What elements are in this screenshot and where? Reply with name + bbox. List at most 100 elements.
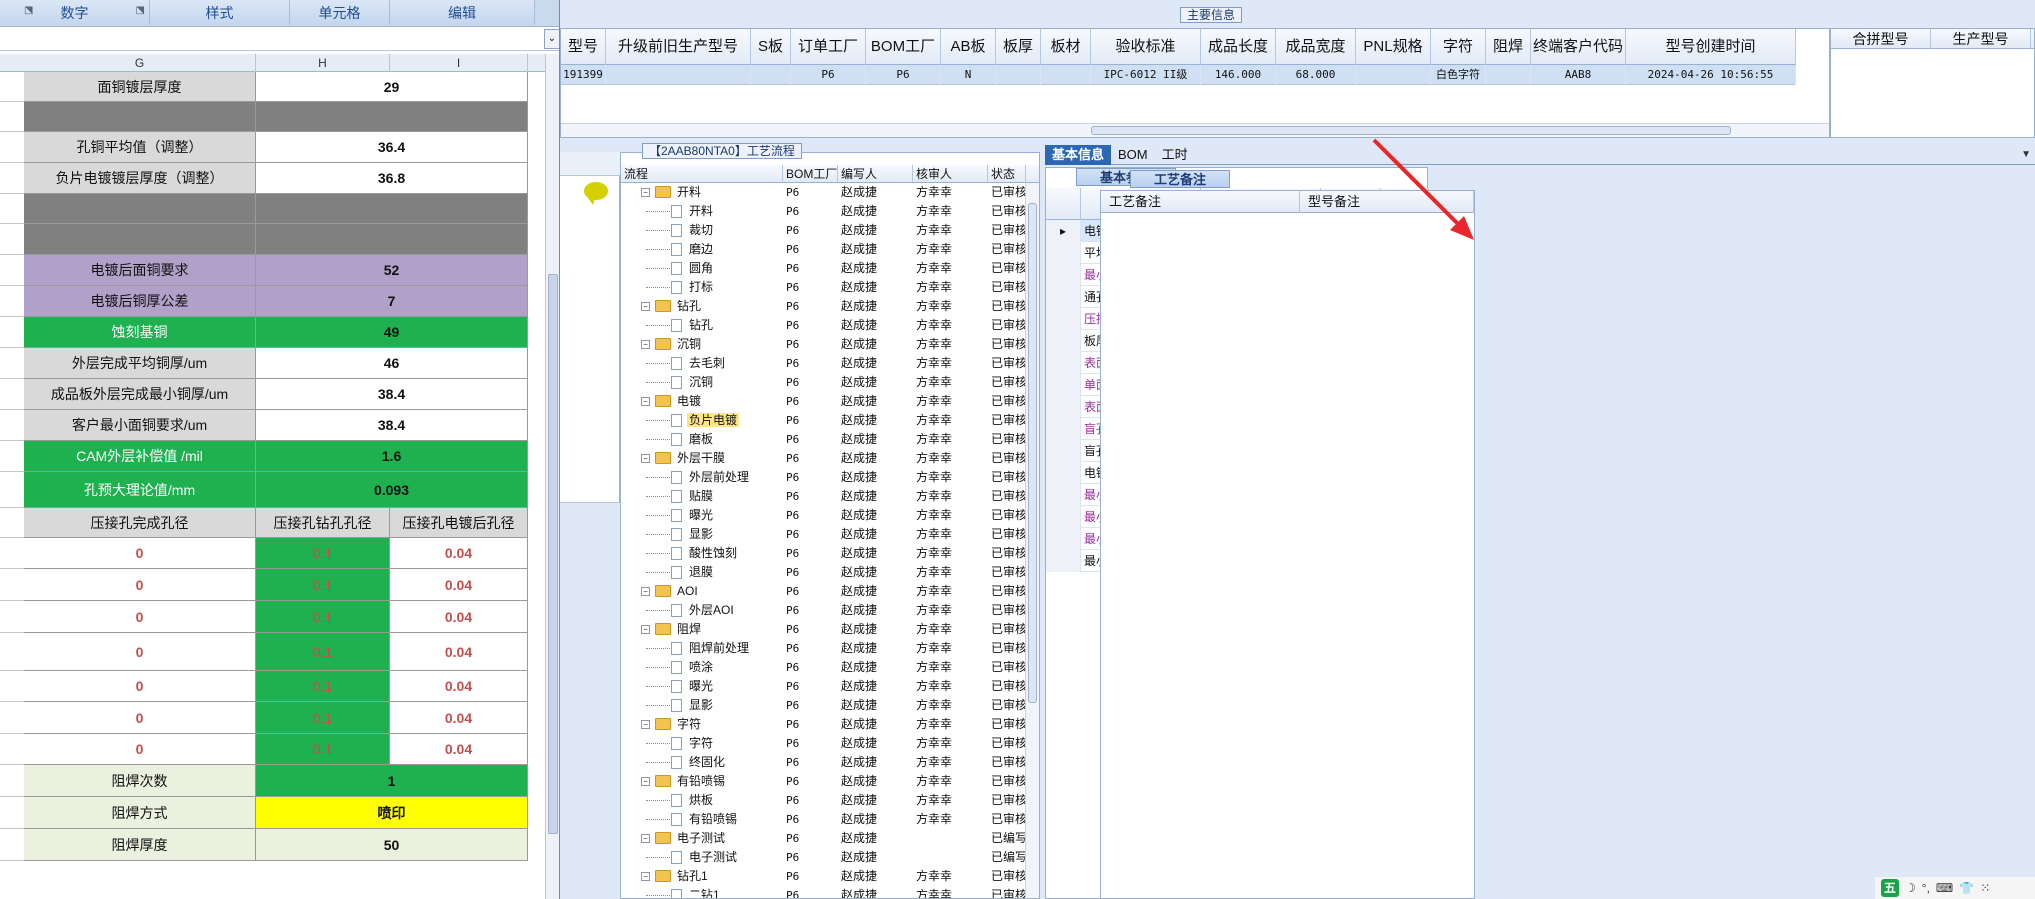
flow-tree-row[interactable]: 显影 P6 赵成捷 方幸幸 已审核 [621, 525, 1026, 544]
press-header-drill[interactable]: 压接孔钻孔孔径 [256, 508, 390, 538]
row-label[interactable] [24, 102, 256, 132]
collapse-toggle-icon[interactable]: − [641, 188, 650, 197]
flow-tree-row[interactable]: 圆角 P6 赵成捷 方幸幸 已审核 [621, 259, 1026, 278]
flow-tree-row[interactable]: − 阻焊 P6 赵成捷 方幸幸 已审核 [621, 620, 1026, 639]
production-model-col[interactable]: 生产型号 [1931, 29, 2031, 49]
row-label[interactable] [24, 194, 256, 224]
flow-tree-row[interactable]: 酸性蚀刻 P6 赵成捷 方幸幸 已审核 [621, 544, 1026, 563]
flow-step[interactable]: − 开料 [621, 183, 783, 202]
tab-basic-info[interactable]: 基本信息 [1045, 145, 1112, 165]
top-grid-cell[interactable] [996, 65, 1041, 85]
flow-tree-row[interactable]: − AOI P6 赵成捷 方幸幸 已审核 [621, 582, 1026, 601]
model-note-col[interactable]: 型号备注 [1300, 191, 1474, 213]
press-plated-value[interactable]: 0.04 [390, 538, 528, 569]
press-finished-value[interactable]: 0 [24, 702, 256, 734]
row-value[interactable]: 38.4 [256, 410, 528, 441]
top-grid-cell[interactable]: 2024-04-26 10:56:55 [1626, 65, 1796, 85]
column-header-i[interactable]: I [390, 54, 528, 72]
dialog-launcher-icon[interactable]: ⬔ [24, 5, 33, 16]
top-grid-cell[interactable] [1356, 65, 1431, 85]
flow-tree-row[interactable]: 负片电镀 P6 赵成捷 方幸幸 已审核 [621, 411, 1026, 430]
press-plated-value[interactable]: 0.04 [390, 734, 528, 765]
dialog-launcher-icon[interactable]: ⬔ [136, 5, 145, 16]
press-drill-value[interactable]: 0.1 [256, 734, 390, 765]
flow-step[interactable]: 烘板 [621, 791, 783, 810]
keyboard-icon[interactable]: ⌨ [1936, 881, 1953, 895]
flow-step[interactable]: 电子测试 [621, 848, 783, 867]
press-plated-value[interactable]: 0.04 [390, 569, 528, 601]
top-grid-col-header[interactable]: AB板 [941, 29, 996, 65]
collapse-toggle-icon[interactable]: − [641, 340, 650, 349]
ribbon-group-editing[interactable]: 编辑 [390, 0, 535, 25]
flow-step[interactable]: 喷涂 [621, 658, 783, 677]
row-label[interactable]: 外层完成平均铜厚/um [24, 348, 256, 379]
collapse-toggle-icon[interactable]: − [641, 834, 650, 843]
flow-tree-col-header[interactable]: 编写人 [838, 165, 913, 183]
flow-step[interactable]: 沉铜 [621, 373, 783, 392]
scrollbar-thumb[interactable] [1028, 203, 1037, 703]
top-grid-col-header[interactable]: 型号 [561, 29, 606, 65]
flow-step[interactable]: 有铅喷锡 [621, 810, 783, 829]
flow-tree-col-header[interactable]: 状态 [988, 165, 1026, 183]
press-plated-value[interactable]: 0.04 [390, 671, 528, 702]
flow-step[interactable]: − 字符 [621, 715, 783, 734]
top-grid-col-header[interactable]: 成品长度 [1201, 29, 1276, 65]
top-grid-cell[interactable] [606, 65, 751, 85]
top-grid-col-header[interactable]: 字符 [1431, 29, 1486, 65]
press-finished-value[interactable]: 0 [24, 734, 256, 765]
expand-formula-bar-icon[interactable]: ⌄ [544, 29, 559, 49]
flow-tree-row[interactable]: 外层AOI P6 赵成捷 方幸幸 已审核 [621, 601, 1026, 620]
flow-tree-row[interactable]: 磨板 P6 赵成捷 方幸幸 已审核 [621, 430, 1026, 449]
apps-icon[interactable]: ⁙ [1980, 881, 1990, 895]
flow-tree-row[interactable]: 磨边 P6 赵成捷 方幸幸 已审核 [621, 240, 1026, 259]
collapse-toggle-icon[interactable]: − [641, 587, 650, 596]
row-value[interactable]: 36.4 [256, 132, 528, 163]
row-label[interactable]: 孔铜平均值（调整） [24, 132, 256, 163]
flow-step[interactable]: 显影 [621, 525, 783, 544]
row-label[interactable]: 蚀刻基铜 [24, 317, 256, 348]
top-grid-cell[interactable]: 68.000 [1276, 65, 1356, 85]
process-flow-tree[interactable]: 流程 BOM工厂 编写人 核审人 状态 − 开料 P6 赵成捷 方幸幸 已审核 开料 P6 赵成捷 方幸幸… [620, 152, 1040, 899]
top-grid-cell[interactable] [751, 65, 791, 85]
press-finished-value[interactable]: 0 [24, 538, 256, 569]
flow-step[interactable]: 曝光 [621, 677, 783, 696]
comment-bubble-icon[interactable] [584, 182, 608, 205]
tab-process-note[interactable]: 工艺备注 [1130, 170, 1230, 188]
flow-tree-row[interactable]: − 钻孔 P6 赵成捷 方幸幸 已审核 [621, 297, 1026, 316]
flow-tree-row[interactable]: 显影 P6 赵成捷 方幸幸 已审核 [621, 696, 1026, 715]
row-value[interactable]: 1.6 [256, 441, 528, 472]
press-finished-value[interactable]: 0 [24, 633, 256, 671]
flow-step[interactable]: 外层AOI [621, 601, 783, 620]
row-value[interactable] [256, 224, 528, 255]
collapse-toggle-icon[interactable]: − [641, 397, 650, 406]
press-plated-value[interactable]: 0.04 [390, 633, 528, 671]
press-drill-value[interactable]: 0.1 [256, 569, 390, 601]
row-value[interactable]: 7 [256, 286, 528, 317]
press-drill-value[interactable]: 0.1 [256, 671, 390, 702]
row-value[interactable]: 0.093 [256, 472, 528, 508]
press-header-plated[interactable]: 压接孔电镀后孔径 [390, 508, 528, 538]
flow-step[interactable]: 显影 [621, 696, 783, 715]
top-grid-cell[interactable]: P6 [791, 65, 866, 85]
top-grid-cell[interactable]: 146.000 [1201, 65, 1276, 85]
top-grid-col-header[interactable]: 板厚 [996, 29, 1041, 65]
top-grid-col-header[interactable]: 阻焊 [1486, 29, 1531, 65]
flow-tree-row[interactable]: 去毛刺 P6 赵成捷 方幸幸 已审核 [621, 354, 1026, 373]
collapse-toggle-icon[interactable]: − [641, 777, 650, 786]
row-label[interactable]: 成品板外层完成最小铜厚/um [24, 379, 256, 410]
flow-tree-row[interactable]: 字符 P6 赵成捷 方幸幸 已审核 [621, 734, 1026, 753]
solder-label[interactable]: 阻焊方式 [24, 797, 256, 829]
solder-value[interactable]: 1 [256, 765, 528, 797]
flow-step[interactable]: 打标 [621, 278, 783, 297]
top-grid-col-header[interactable]: 订单工厂 [791, 29, 866, 65]
flow-tree-row[interactable]: 钻孔 P6 赵成捷 方幸幸 已审核 [621, 316, 1026, 335]
flow-step[interactable]: 字符 [621, 734, 783, 753]
tab-bom[interactable]: BOM [1111, 145, 1155, 165]
scrollbar-thumb[interactable] [1091, 126, 1731, 135]
flow-tree-row[interactable]: 喷涂 P6 赵成捷 方幸幸 已审核 [621, 658, 1026, 677]
top-grid-col-header[interactable]: 升级前旧生产型号 [606, 29, 751, 65]
collapse-toggle-icon[interactable]: − [641, 625, 650, 634]
row-value[interactable]: 29 [256, 72, 528, 102]
top-grid-col-header[interactable]: 型号创建时间 [1626, 29, 1796, 65]
press-finished-value[interactable]: 0 [24, 569, 256, 601]
